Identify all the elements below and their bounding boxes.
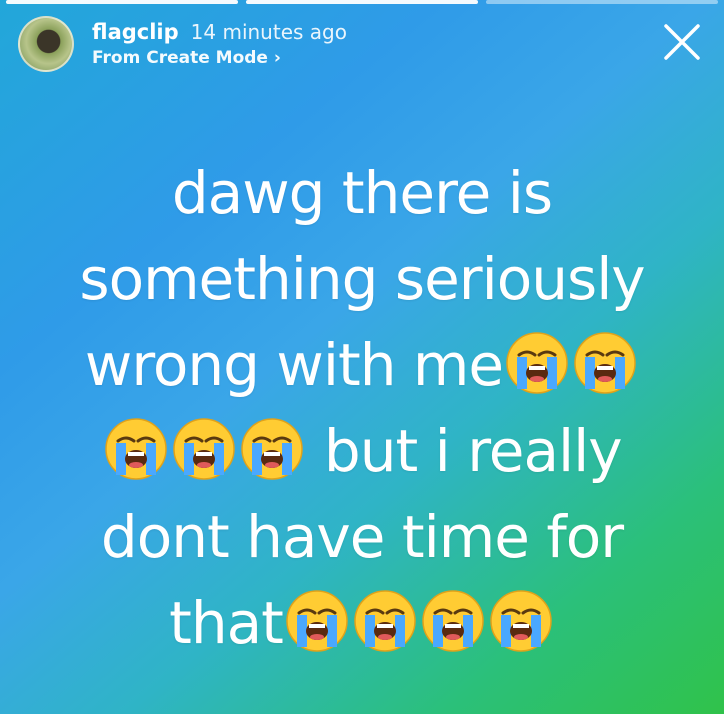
loudly-crying-face-icon bbox=[573, 331, 637, 395]
loudly-crying-face-icon bbox=[505, 331, 569, 395]
story-meta: flagclip 14 minutes ago From Create Mode… bbox=[92, 20, 347, 68]
close-button[interactable] bbox=[662, 22, 702, 62]
loudly-crying-face-icon bbox=[285, 589, 349, 653]
loudly-crying-face-icon bbox=[353, 589, 417, 653]
create-mode-link[interactable]: From Create Mode › bbox=[92, 48, 347, 68]
caption-line: something seriously bbox=[79, 245, 645, 313]
story-progress-bar bbox=[0, 0, 724, 8]
progress-segment bbox=[486, 0, 718, 4]
close-icon bbox=[664, 24, 700, 60]
caption-line: wrong with me bbox=[70, 322, 654, 408]
caption-text: but i really bbox=[323, 417, 623, 485]
story-caption: dawg there is something seriously wrong … bbox=[70, 150, 654, 666]
avatar[interactable] bbox=[18, 16, 74, 72]
caption-line: dont have time for bbox=[100, 503, 624, 571]
caption-text: wrong with me bbox=[84, 331, 504, 399]
caption-line: dawg there is bbox=[171, 159, 553, 227]
loudly-crying-face-icon bbox=[104, 417, 168, 481]
username[interactable]: flagclip bbox=[92, 20, 179, 44]
caption-line: that bbox=[70, 580, 654, 666]
caption-line: but i really bbox=[70, 408, 654, 494]
loudly-crying-face-icon bbox=[489, 589, 553, 653]
story-header: flagclip 14 minutes ago From Create Mode… bbox=[18, 14, 706, 74]
story-view[interactable]: flagclip 14 minutes ago From Create Mode… bbox=[0, 0, 724, 714]
loudly-crying-face-icon bbox=[421, 589, 485, 653]
progress-segment bbox=[6, 0, 238, 4]
progress-segment bbox=[246, 0, 478, 4]
loudly-crying-face-icon bbox=[240, 417, 304, 481]
caption-text: that bbox=[169, 589, 284, 657]
loudly-crying-face-icon bbox=[172, 417, 236, 481]
timestamp: 14 minutes ago bbox=[190, 20, 347, 44]
